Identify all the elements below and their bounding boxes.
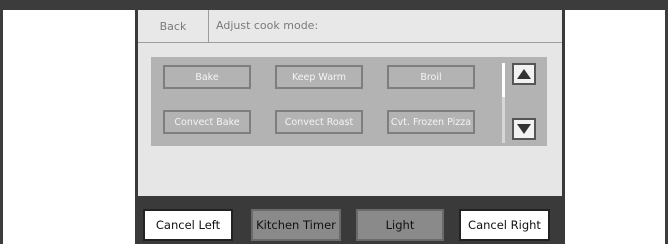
display-screen: Back Adjust cook mode: Bake Keep Warm Br… [138,10,562,196]
mode-button-keep-warm[interactable]: Keep Warm [275,65,363,89]
back-button[interactable]: Back [138,10,209,42]
scrollbar-thumb[interactable] [502,63,505,97]
mode-button-cvt-frozen-pizza[interactable]: Cvt. Frozen Pizza [387,110,475,134]
triangle-up-icon [517,69,531,79]
mode-button-convect-roast[interactable]: Convect Roast [275,110,363,134]
mode-button-bake[interactable]: Bake [163,65,251,89]
page-title: Adjust cook mode: [216,19,319,32]
window-left-border [0,0,3,244]
triangle-down-icon [517,124,531,134]
scroll-up-button[interactable] [512,63,536,85]
mode-list-scrollbar[interactable] [502,63,505,143]
cancel-left-button[interactable]: Cancel Left [143,209,233,241]
light-button[interactable]: Light [356,209,444,241]
window-top-border [0,0,668,10]
oven-control-panel: Back Adjust cook mode: Bake Keep Warm Br… [135,10,565,244]
cancel-right-button[interactable]: Cancel Right [459,209,550,241]
scroll-down-button[interactable] [512,118,536,140]
kitchen-timer-button[interactable]: Kitchen Timer [251,209,341,241]
mode-button-convect-bake[interactable]: Convect Bake [163,110,251,134]
mode-button-broil[interactable]: Broil [387,65,475,89]
screen-header: Back Adjust cook mode: [138,10,562,43]
cook-mode-panel: Bake Keep Warm Broil Convect Bake Convec… [151,57,547,146]
